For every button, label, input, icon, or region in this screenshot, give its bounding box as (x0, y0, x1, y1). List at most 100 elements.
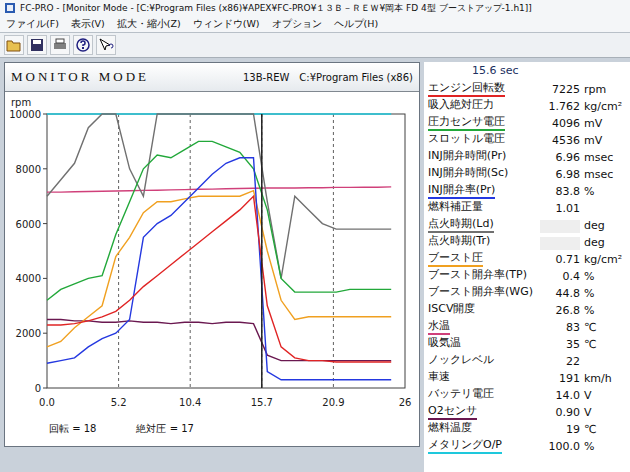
toolbar-button[interactable] (73, 35, 93, 55)
param-unit: V (584, 389, 626, 403)
param-row: 吸入絶対圧力1.762kg/cm² (428, 97, 626, 114)
param-row: 点火時期(Tr) deg (428, 233, 626, 250)
param-row: ノックレベル 22 (428, 352, 626, 369)
readout-panel: 15.6 secエンジン回転数7225rpm吸入絶対圧力1.762kg/cm²圧… (424, 62, 630, 472)
param-value: 0.90 (540, 406, 580, 420)
param-row: 水温83℃ (428, 318, 626, 335)
param-label: 点火時期(Tr) (428, 234, 490, 250)
print-icon (52, 37, 68, 53)
param-row: INJ開弁率(Pr)83.8% (428, 182, 626, 199)
window-title: FC-PRO - [Monitor Mode - [C:¥Program Fil… (20, 2, 532, 15)
open-folder-icon (6, 37, 22, 53)
param-unit: % (584, 440, 626, 454)
file-path: C:¥Program Files (x86) (299, 72, 413, 83)
param-unit: kg/cm² (584, 253, 626, 267)
param-label: 吸入絶対圧力 (428, 98, 494, 114)
monitor-header: MONITOR MODE13B-REWC:¥Program Files (x86… (5, 63, 419, 92)
svg-text:15.7: 15.7 (251, 397, 273, 408)
param-value: 35 (540, 338, 580, 352)
param-unit: kg/cm² (584, 100, 626, 114)
param-row: O2センサ 0.90 V (428, 403, 626, 420)
param-unit: ℃ (584, 321, 626, 335)
param-label: 吸気温 (428, 336, 461, 352)
scale-label: 絶対圧 = 17 (136, 422, 193, 440)
toolbar-button[interactable] (50, 35, 70, 55)
param-value: 1.01 (540, 202, 580, 216)
toolbar-button[interactable] (4, 35, 24, 55)
menu-bar: ファイル(F) 表示(V) 拡大・縮小(Z) ウィンドウ(W) オプションヘルプ(H) (0, 16, 630, 33)
menu-item[interactable]: オプション (272, 18, 322, 31)
param-row: ブースト開弁率(TP)0.4% (428, 267, 626, 284)
param-value: 191 (540, 372, 580, 386)
context-help-icon (98, 37, 114, 53)
param-label: バッテリ電圧 (428, 387, 494, 403)
param-row: 車速191km/h (428, 369, 626, 386)
param-label: ISCV開度 (428, 302, 475, 318)
param-unit: deg (584, 236, 626, 250)
y-tick: 10000 (9, 109, 47, 120)
param-row: エンジン回転数7225rpm (428, 80, 626, 97)
param-label: 圧力センサ電圧 (428, 115, 505, 131)
menu-item[interactable]: 拡大・縮小(Z) (117, 18, 181, 31)
param-row: スロットル電圧4536mV (428, 131, 626, 148)
toolbar (0, 33, 630, 58)
param-unit: mV (584, 134, 626, 148)
param-unit: % (584, 304, 626, 318)
param-row: 燃料補正量 1.01 (428, 199, 626, 216)
x-tick: 20.9 (322, 114, 344, 408)
param-row: ブースト圧 0.71 kg/cm² (428, 250, 626, 267)
param-value: 0.4 (540, 270, 580, 284)
param-row: 吸気温 35 ℃ (428, 335, 626, 352)
param-value: 26.8 (540, 304, 580, 318)
menu-item[interactable]: ヘルプ(H) (334, 18, 379, 31)
param-row: バッテリ電圧14.0V (428, 386, 626, 403)
param-label: ノックレベル (428, 353, 494, 369)
chart-footer: 回転 = 18 絶対圧 = 17 (5, 422, 419, 446)
param-label: O2センサ (428, 404, 477, 420)
toolbar-button[interactable] (27, 35, 47, 55)
svg-text:4000: 4000 (16, 273, 41, 284)
cursor-time: 15.6 sec (428, 64, 626, 80)
param-unit: km/h (584, 372, 626, 386)
scale-label: 回転 = 18 (49, 422, 96, 440)
time-cursor[interactable] (261, 114, 263, 388)
param-value: 44.8 (540, 287, 580, 301)
svg-text:8000: 8000 (16, 164, 41, 175)
param-label: 燃料補正量 (428, 200, 483, 216)
plot-area (47, 114, 405, 388)
param-label: ブースト圧 (428, 251, 483, 267)
menu-item[interactable]: ウィンドウ(W) (193, 18, 260, 31)
param-label: 水温 (428, 319, 450, 335)
data-series (47, 158, 391, 380)
param-label: 燃料温度 (428, 421, 472, 437)
param-label: メタリングO/P (428, 438, 502, 454)
param-unit: V (584, 406, 626, 420)
menu-item[interactable]: 表示(V) (71, 18, 105, 31)
app-icon (4, 2, 16, 14)
param-row: ISCV開度 26.8% (428, 301, 626, 318)
x-tick: 0.0 (39, 397, 55, 408)
x-tick: 10.4 (179, 114, 201, 408)
param-label: INJ開弁時間(Pr) (428, 149, 506, 165)
param-row: メタリングO/P100.0% (428, 437, 626, 454)
param-value: 4096 (540, 117, 580, 131)
fc-pro-window: FC-PRO - [Monitor Mode - [C:¥Program Fil… (0, 0, 630, 472)
y-tick: 4000 (16, 273, 47, 284)
toolbar-button[interactable] (96, 35, 116, 55)
param-unit: msec (584, 168, 626, 182)
menu-item[interactable]: ファイル(F) (6, 18, 59, 31)
param-unit: ℃ (584, 338, 626, 352)
param-value: 19 (540, 423, 580, 437)
help-icon (75, 37, 91, 53)
svg-text:20.9: 20.9 (322, 397, 344, 408)
param-row: 圧力センサ電圧 4096 mV (428, 114, 626, 131)
svg-text:5.2: 5.2 (111, 397, 127, 408)
param-unit: msec (584, 151, 626, 165)
param-value: 22 (540, 355, 580, 369)
param-unit: % (584, 185, 626, 199)
param-value: 0.71 (540, 253, 580, 267)
param-unit: deg (584, 219, 626, 233)
y-axis-unit: rpm (11, 97, 31, 108)
param-row: 燃料温度19℃ (428, 420, 626, 437)
param-unit: mV (584, 117, 626, 131)
